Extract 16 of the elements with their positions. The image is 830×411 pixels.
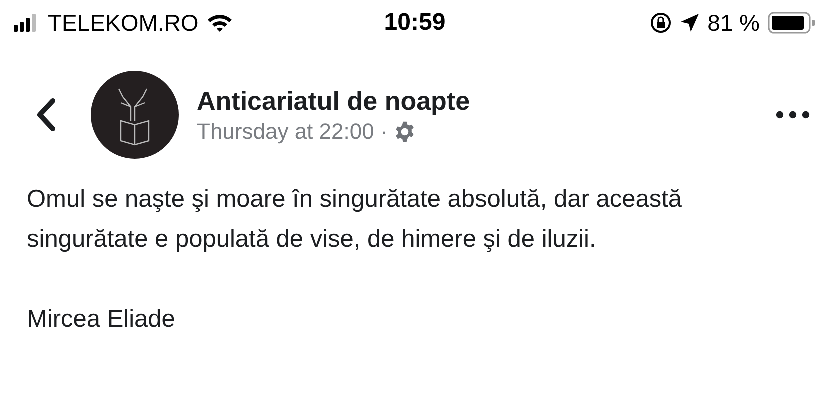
battery-icon xyxy=(768,12,816,34)
post-timestamp[interactable]: Thursday at 22:00 xyxy=(197,118,374,144)
post-text: Omul se naşte şi moare în singurătate absolută, dar această singurătate e populată de vise, de himere şi de iluzii. xyxy=(27,185,684,255)
post-author: Mircea Eliade xyxy=(27,305,176,335)
page-avatar[interactable] xyxy=(91,71,179,159)
back-icon[interactable] xyxy=(36,98,56,132)
carrier-name: TELEKOM.RO xyxy=(48,10,199,36)
gear-icon xyxy=(394,120,416,142)
location-arrow-icon xyxy=(680,13,700,33)
battery-percentage: 81 % xyxy=(708,10,760,36)
wifi-icon xyxy=(206,13,233,33)
clock-time: 10:59 xyxy=(384,9,446,37)
page-name[interactable]: Anticariatul de noapte xyxy=(197,86,776,116)
separator-dot: · xyxy=(380,118,388,144)
more-options-icon[interactable] xyxy=(776,111,810,119)
orientation-lock-icon xyxy=(650,12,672,34)
